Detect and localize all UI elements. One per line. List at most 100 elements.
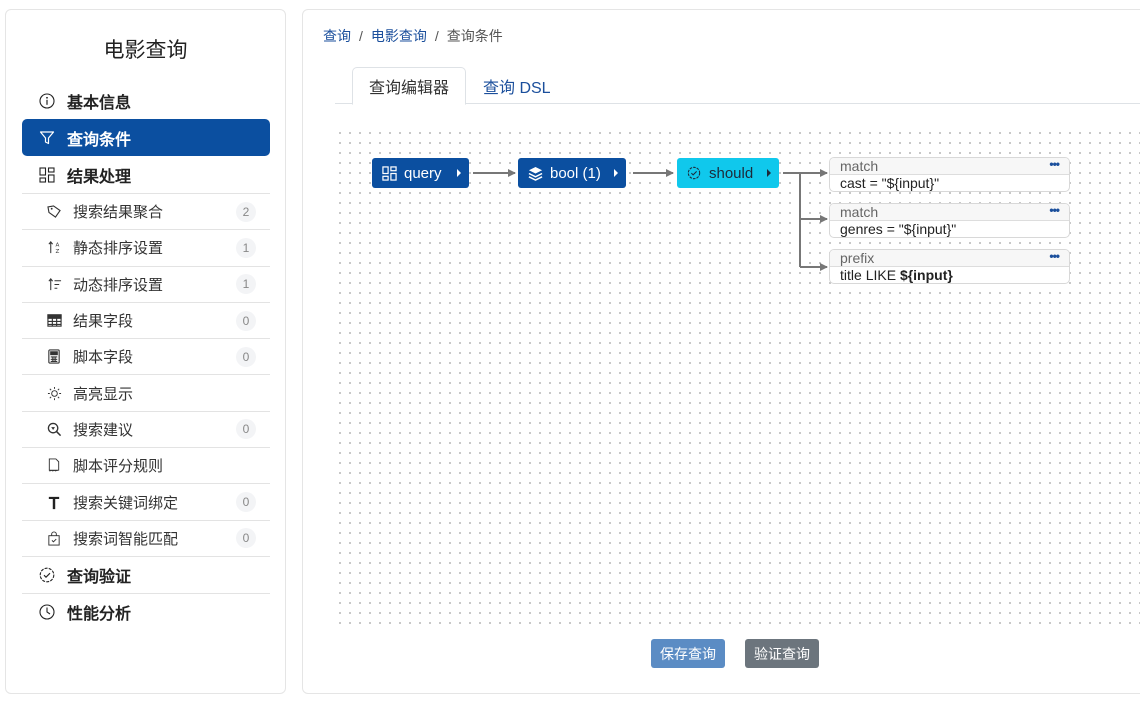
caret-right-icon[interactable] bbox=[767, 169, 771, 177]
breadcrumb-current: 查询条件 bbox=[446, 28, 503, 44]
sidebar-subitem-label: 高亮显示 bbox=[73, 385, 134, 403]
tag-icon bbox=[46, 204, 62, 220]
sidebar-subitem-result-fields[interactable]: 结果字段 0 bbox=[22, 301, 270, 338]
sidebar-item-performance-analysis[interactable]: 性能分析 bbox=[22, 592, 270, 630]
tab-query-editor[interactable]: 查询编辑器 bbox=[352, 67, 467, 105]
tab-bar: 查询编辑器 查询 DSL bbox=[335, 67, 1140, 105]
tab-query-dsl[interactable]: 查询 DSL bbox=[467, 67, 567, 105]
sidebar-subitem-label: 脚本字段 bbox=[73, 349, 134, 367]
leaf-header: match ••• bbox=[830, 158, 1069, 175]
leaf-prefix-title[interactable]: prefix ••• title LIKE ${input} bbox=[829, 249, 1070, 284]
sidebar-item-result-processing[interactable]: 结果处理 bbox=[22, 156, 270, 193]
sidebar-subitem-label: 搜索词智能匹配 bbox=[73, 530, 179, 548]
count-badge: 0 bbox=[236, 492, 256, 513]
leaf-body: title LIKE ${input} bbox=[830, 267, 1069, 283]
sidebar-subitem-highlight[interactable]: 高亮显示 bbox=[22, 374, 270, 410]
main-panel: 查询 / 电影查询 / 查询条件 查询编辑器 查询 DSL query bool… bbox=[302, 9, 1140, 694]
leaf-header: match ••• bbox=[830, 204, 1069, 221]
leaf-operator: = bbox=[869, 175, 878, 191]
sidebar-subitem-script-fields[interactable]: 脚本字段 0 bbox=[22, 338, 270, 374]
sort-lines-icon bbox=[46, 276, 62, 292]
count-badge: 2 bbox=[236, 201, 256, 222]
leaf-value: ${input} bbox=[899, 267, 953, 283]
more-options-icon[interactable]: ••• bbox=[1049, 158, 1060, 172]
filter-icon bbox=[38, 129, 56, 147]
sidebar-subitem-label: 脚本评分规则 bbox=[73, 458, 164, 476]
sidebar-item-label: 查询条件 bbox=[67, 131, 132, 149]
sidebar-subitem-aggregation[interactable]: 搜索结果聚合 2 bbox=[22, 193, 270, 229]
more-options-icon[interactable]: ••• bbox=[1049, 204, 1060, 218]
grid-icon bbox=[38, 166, 56, 184]
node-label: bool (1) bbox=[550, 164, 601, 182]
node-bool[interactable]: bool (1) bbox=[518, 158, 626, 188]
leaf-body: cast = "${input}" bbox=[830, 175, 1069, 191]
info-circle-icon bbox=[38, 92, 56, 110]
text-t-icon bbox=[46, 494, 62, 510]
sidebar-subitem-keyword-binding[interactable]: 搜索关键词绑定 0 bbox=[22, 483, 270, 519]
leaf-match-cast[interactable]: match ••• cast = "${input}" bbox=[829, 157, 1070, 192]
sidebar-item-label: 基本信息 bbox=[67, 94, 132, 112]
leaf-field: title bbox=[840, 267, 862, 283]
sidebar-item-basic-info[interactable]: 基本信息 bbox=[22, 82, 270, 119]
count-badge: 1 bbox=[236, 274, 256, 295]
sidebar-item-query-validation[interactable]: 查询验证 bbox=[22, 555, 270, 593]
check-circle-icon bbox=[685, 164, 703, 182]
bag-check-icon bbox=[46, 530, 62, 546]
leaf-operator: = bbox=[886, 221, 895, 237]
sidebar-title: 电影查询 bbox=[103, 39, 188, 62]
svg-text:Z: Z bbox=[55, 250, 59, 256]
breadcrumb-link-movie-query[interactable]: 电影查询 bbox=[371, 26, 427, 46]
verify-query-button[interactable]: 验证查询 bbox=[745, 639, 819, 668]
file-script-icon bbox=[46, 458, 62, 474]
caret-right-icon[interactable] bbox=[614, 169, 618, 177]
breadcrumb-separator: / bbox=[434, 28, 439, 44]
save-query-button[interactable]: 保存查询 bbox=[651, 639, 725, 668]
node-label: query bbox=[404, 164, 442, 182]
leaf-field: genres bbox=[840, 221, 883, 237]
leaf-field: cast bbox=[840, 175, 866, 191]
sidebar-item-label: 性能分析 bbox=[67, 605, 132, 623]
node-should[interactable]: should bbox=[677, 158, 779, 188]
leaf-value: "${input}" bbox=[881, 175, 940, 191]
check-circle-icon bbox=[38, 566, 56, 584]
sidebar: 电影查询 基本信息 查询条件 结果处理 搜索结果聚合 2 A Z 静态排序设置 … bbox=[5, 9, 286, 694]
layers-icon bbox=[526, 164, 544, 182]
leaf-body: genres = "${input}" bbox=[830, 221, 1069, 237]
sidebar-subitem-label: 搜索建议 bbox=[73, 421, 134, 439]
more-options-icon[interactable]: ••• bbox=[1049, 250, 1060, 264]
leaf-match-genres[interactable]: match ••• genres = "${input}" bbox=[829, 203, 1070, 238]
sidebar-subitem-smart-match[interactable]: 搜索词智能匹配 0 bbox=[22, 519, 270, 556]
svg-text:A: A bbox=[55, 243, 59, 249]
count-badge: 0 bbox=[236, 528, 256, 549]
sidebar-subitem-static-sort[interactable]: AZ 静态排序设置 1 bbox=[22, 229, 270, 265]
search-suggest-icon bbox=[46, 421, 62, 437]
sidebar-subitem-label: 搜索结果聚合 bbox=[73, 204, 164, 222]
leaf-type: match bbox=[840, 204, 879, 220]
leaf-value: "${input}" bbox=[898, 221, 957, 237]
sidebar-subitem-dynamic-sort[interactable]: 动态排序设置 1 bbox=[22, 265, 270, 302]
sidebar-subitem-label: 搜索关键词绑定 bbox=[73, 494, 179, 512]
clock-icon bbox=[38, 603, 56, 621]
sidebar-item-label: 查询验证 bbox=[67, 568, 132, 586]
count-badge: 0 bbox=[236, 346, 256, 367]
breadcrumb: 查询 / 电影查询 / 查询条件 bbox=[323, 26, 503, 46]
leaf-header: prefix ••• bbox=[830, 250, 1069, 267]
sidebar-subitem-label: 动态排序设置 bbox=[73, 276, 164, 294]
sidebar-subitem-search-suggest[interactable]: 搜索建议 0 bbox=[22, 410, 270, 447]
count-badge: 0 bbox=[236, 419, 256, 440]
node-label: should bbox=[709, 164, 754, 182]
node-query[interactable]: query bbox=[372, 158, 469, 188]
caret-right-icon[interactable] bbox=[457, 169, 461, 177]
calculator-icon bbox=[46, 349, 62, 365]
sidebar-subitem-label: 结果字段 bbox=[73, 313, 134, 331]
breadcrumb-link-query[interactable]: 查询 bbox=[323, 26, 351, 46]
sidebar-subitem-label: 静态排序设置 bbox=[73, 240, 164, 258]
query-editor-canvas[interactable]: query bool (1) should match ••• cast = "… bbox=[335, 128, 1140, 625]
grid-icon bbox=[380, 164, 398, 182]
sidebar-item-label: 结果处理 bbox=[67, 168, 132, 186]
sun-icon bbox=[46, 385, 62, 401]
sidebar-nav: 基本信息 查询条件 结果处理 搜索结果聚合 2 AZ 静态排序设置 1 动态排序… bbox=[22, 82, 270, 630]
leaf-type: match bbox=[840, 158, 879, 174]
sidebar-item-query-conditions[interactable]: 查询条件 bbox=[22, 119, 270, 156]
sidebar-subitem-script-score[interactable]: 脚本评分规则 bbox=[22, 447, 270, 483]
